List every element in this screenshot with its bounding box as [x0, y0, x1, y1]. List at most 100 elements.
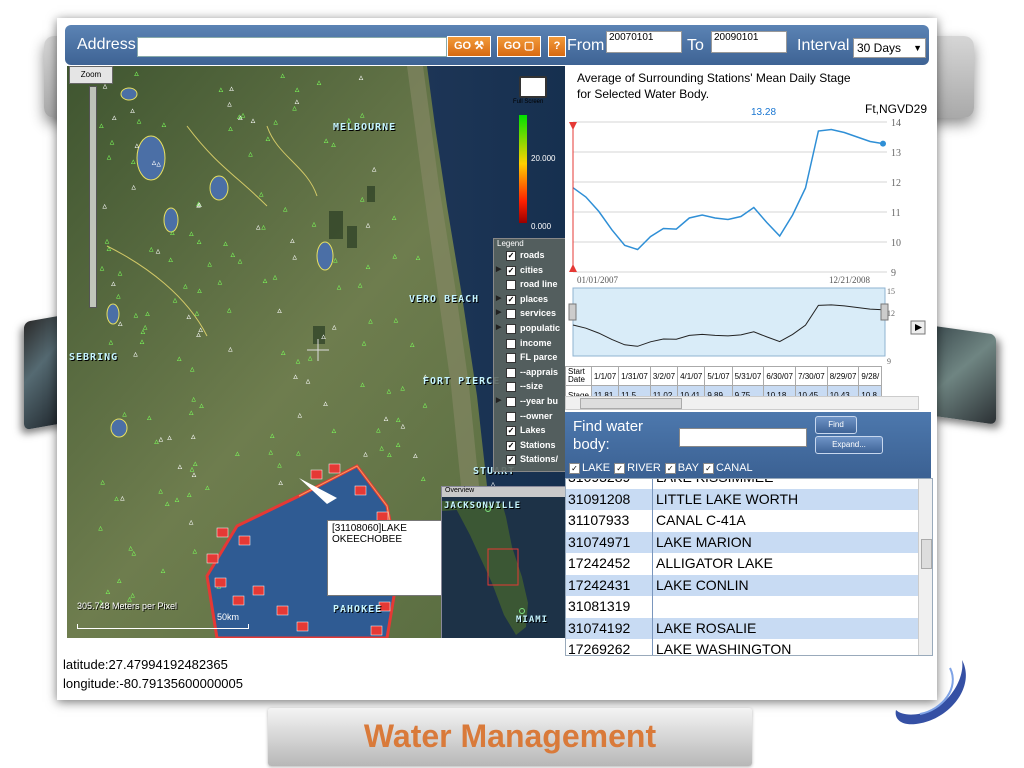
results-scrollbar[interactable] — [918, 479, 932, 655]
map-view[interactable]: ▵ ▵ ▵ ▵ ▵ ▵ ▵ ▵ ▵ ▵ ▵ ▵ ▵ ▵ ▵ ▵ ▵ ▵ ▵ ▵ ▵ ▵ ▵ ▵ ▵ ▵ ▵ ▵ ▵ ▵ ▵ ▵ ▵ ▵ ▵ ▵ ▵ ▵ ▵ ▵… — [67, 66, 565, 638]
station-marker-icon: ▵ — [396, 440, 401, 450]
legend-item[interactable]: ▶ populatic — [494, 322, 565, 337]
result-id: 31107933 — [568, 512, 630, 528]
table-date-cell: 5/1/07 — [704, 366, 733, 386]
legend-checkbox[interactable] — [506, 382, 516, 393]
filter-checkbox[interactable]: ✓ — [614, 462, 626, 474]
column-divider — [652, 596, 653, 618]
from-date-input[interactable]: 20070101 — [606, 31, 682, 53]
filter-checkbox[interactable]: ✓ — [664, 462, 676, 474]
legend-item-label: Stations/ — [520, 454, 559, 465]
station-marker-icon: ▵ — [99, 121, 104, 131]
legend-checkbox[interactable]: ✓ — [506, 294, 516, 305]
table-date-cell: 1/1/07 — [590, 366, 620, 386]
list-item[interactable]: 31074971 LAKE MARION — [566, 531, 918, 554]
help-button[interactable]: ? — [548, 36, 566, 57]
station-marker-icon: ▵ — [248, 149, 253, 159]
legend-item[interactable]: ▶ ✓ cities — [494, 264, 565, 279]
legend-item-label: FL parce — [520, 352, 558, 363]
result-name: LAKE WASHINGTON — [656, 641, 792, 656]
filter-bay[interactable]: ✓ BAY — [664, 462, 699, 474]
zoom-slider[interactable] — [89, 86, 97, 308]
filter-lake[interactable]: ✓ LAKE — [569, 462, 610, 474]
legend-item[interactable]: FL parce — [494, 351, 565, 366]
legend-checkbox[interactable]: ✓ — [506, 455, 516, 466]
list-item[interactable]: 31107933 CANAL C-41A — [566, 510, 918, 533]
scrollbar-thumb[interactable] — [580, 398, 682, 409]
shovel-icon: ⚒ — [474, 40, 485, 52]
legend-item-label: --year bu — [520, 395, 559, 406]
legend-item[interactable]: ✓ Stations/ — [494, 453, 565, 468]
legend-item[interactable]: --apprais — [494, 366, 565, 381]
filter-river[interactable]: ✓ RIVER — [614, 462, 661, 474]
zoom-control[interactable]: Zoom — [69, 66, 113, 84]
list-item[interactable]: 31081319 — [566, 596, 918, 619]
station-marker-icon: ▵ — [107, 152, 112, 162]
station-marker-icon: ▵ — [296, 449, 301, 459]
expand-arrow-icon[interactable]: ▶ — [496, 323, 501, 331]
station-marker-icon: ▵ — [189, 518, 194, 528]
fullscreen-icon[interactable] — [519, 76, 547, 98]
list-item[interactable]: 31074192 LAKE ROSALIE — [566, 617, 918, 640]
legend-item[interactable]: --owner — [494, 410, 565, 425]
legend-checkbox[interactable] — [506, 309, 516, 320]
find-button[interactable]: Find — [815, 416, 857, 434]
legend-panel[interactable]: Legend ✓ roads ▶ ✓ cities road line ▶ ✓ places ▶ s… — [493, 238, 565, 472]
legend-item[interactable]: ▶ --year bu — [494, 395, 565, 410]
list-item[interactable]: 31091208 LITTLE LAKE WORTH — [566, 488, 918, 511]
station-marker-icon: ▵ — [173, 295, 178, 305]
station-marker-icon: ▵ — [384, 414, 389, 424]
station-marker-icon: ▵ — [372, 165, 377, 175]
filter-canal[interactable]: ✓ CANAL — [702, 462, 753, 474]
station-marker-icon: ▵ — [228, 345, 233, 355]
legend-checkbox[interactable]: ✓ — [506, 440, 516, 451]
legend-item[interactable]: ✓ Lakes — [494, 424, 565, 439]
legend-checkbox[interactable] — [506, 323, 516, 334]
address-input[interactable] — [137, 37, 447, 57]
list-item[interactable]: 17269262 LAKE WASHINGTON — [566, 639, 918, 656]
station-marker-icon: ▵ — [366, 262, 371, 272]
find-input[interactable] — [679, 428, 807, 447]
legend-checkbox[interactable] — [506, 338, 516, 349]
list-item[interactable]: 17242431 LAKE CONLIN — [566, 574, 918, 597]
expand-arrow-icon[interactable]: ▶ — [496, 265, 501, 273]
filter-checkbox[interactable]: ✓ — [702, 462, 714, 474]
legend-checkbox[interactable] — [506, 280, 516, 291]
interval-select[interactable]: 30 Days ▼ — [853, 38, 926, 58]
table-date-cell: 3/2/07 — [649, 366, 679, 386]
popup-line2: OKEECHOBEE — [332, 534, 403, 545]
go-calendar-button[interactable]: GO ▢ — [497, 36, 541, 57]
station-marker-icon: ▵ — [273, 117, 278, 127]
go-locate-button[interactable]: GO ⚒ — [447, 36, 491, 57]
legend-checkbox[interactable] — [506, 367, 516, 378]
result-name: LITTLE LAKE WORTH — [656, 490, 799, 507]
results-list[interactable]: 31093289 LAKE KISSIMMEE 31091208 LITTLE LAK… — [565, 478, 933, 656]
filter-checkbox[interactable]: ✓ — [569, 462, 580, 474]
legend-item[interactable]: ▶ services — [494, 307, 565, 322]
expand-button[interactable]: Expand... — [815, 436, 883, 454]
legend-checkbox[interactable]: ✓ — [506, 265, 516, 276]
expand-arrow-icon[interactable]: ▶ — [496, 294, 501, 302]
legend-item[interactable]: --size — [494, 380, 565, 395]
table-horizontal-scrollbar[interactable] — [565, 396, 919, 410]
legend-item[interactable]: ✓ Stations — [494, 439, 565, 454]
legend-checkbox[interactable] — [506, 411, 516, 422]
legend-item[interactable]: ✓ roads — [494, 249, 565, 264]
legend-item[interactable]: ▶ ✓ places — [494, 293, 565, 308]
legend-item[interactable]: income — [494, 337, 565, 352]
legend-checkbox[interactable]: ✓ — [506, 251, 516, 261]
results-scrollbar-thumb[interactable] — [921, 539, 932, 569]
station-marker-icon: ▵ — [227, 306, 232, 316]
legend-checkbox[interactable]: ✓ — [506, 426, 516, 437]
station-marker-icon: ▵ — [401, 422, 406, 432]
legend-checkbox[interactable] — [506, 353, 516, 364]
to-date-input[interactable]: 20090101 — [711, 31, 787, 53]
legend-item[interactable]: road line — [494, 278, 565, 293]
expand-arrow-icon[interactable]: ▶ — [496, 396, 501, 404]
legend-checkbox[interactable] — [506, 396, 516, 407]
legend-item-label: populatic — [520, 322, 560, 333]
list-item[interactable]: 17242452 ALLIGATOR LAKE — [566, 553, 918, 576]
expand-arrow-icon[interactable]: ▶ — [496, 308, 501, 316]
overview-map[interactable]: Overview JACKSONVILLE MIAMI — [441, 486, 565, 638]
stage-chart[interactable]: 91011121314 01/01/2007 12/21/2008 15 12 … — [565, 66, 931, 366]
